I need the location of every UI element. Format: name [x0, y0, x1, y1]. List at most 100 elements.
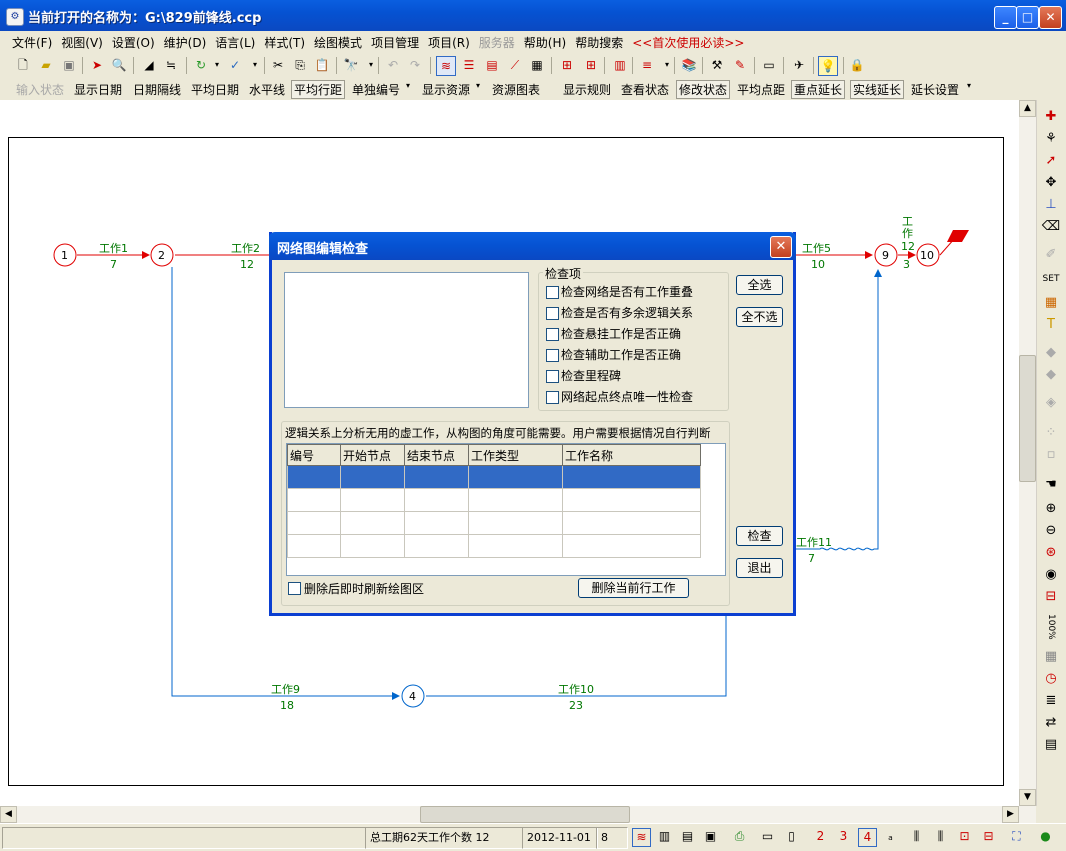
col-number[interactable]: 编号: [287, 444, 341, 466]
status-insert-icon[interactable]: ⊡: [956, 828, 973, 845]
books-icon[interactable]: 📚: [680, 56, 698, 74]
layer-down-icon[interactable]: ◆: [1041, 366, 1061, 384]
col-end-node[interactable]: 结束节点: [404, 444, 469, 466]
zoom-target-icon[interactable]: ⊛: [1041, 544, 1061, 562]
check-auxiliary-label[interactable]: 检查辅助工作是否正确: [561, 346, 681, 363]
scroll-up-icon[interactable]: ▲: [1019, 100, 1036, 117]
status-two-icon[interactable]: 2: [812, 828, 829, 845]
table-row-selected[interactable]: [287, 465, 701, 489]
status-page-portrait-icon[interactable]: ▯: [783, 828, 800, 845]
save-icon[interactable]: ▣: [60, 56, 78, 74]
dialog-close-button[interactable]: ✕: [770, 236, 792, 258]
check-icon[interactable]: ✓: [226, 56, 244, 74]
menu-server[interactable]: 服务器: [479, 34, 515, 51]
select-pointer-icon[interactable]: ➚: [1041, 152, 1061, 170]
resource-chart-icon[interactable]: ▥: [611, 56, 629, 74]
refresh-after-delete-label[interactable]: 删除后即时刷新绘图区: [304, 580, 424, 597]
select-none-button[interactable]: 全不选: [736, 307, 783, 327]
lock-icon[interactable]: 🔒: [848, 56, 866, 74]
select-all-button[interactable]: 全选: [736, 275, 783, 295]
mode-view-state[interactable]: 查看状态: [619, 81, 671, 98]
table-row[interactable]: [287, 488, 701, 512]
clock-icon[interactable]: ◷: [1041, 670, 1061, 688]
eraser-icon[interactable]: ⌫: [1041, 218, 1061, 236]
status-align-icon[interactable]: ⫼: [932, 828, 949, 845]
exit-button[interactable]: 退出: [736, 558, 783, 578]
text-icon[interactable]: T: [1041, 316, 1061, 334]
col-work-type[interactable]: 工作类型: [468, 444, 563, 466]
check-unique-label[interactable]: 网络起点终点唯一性检查: [561, 388, 693, 405]
chart-icon[interactable]: ▦: [1041, 294, 1061, 312]
minimize-button[interactable]: _: [994, 6, 1017, 29]
menu-maintain[interactable]: 维护(D): [164, 34, 207, 51]
menu-draw-mode[interactable]: 绘图模式: [314, 34, 362, 51]
show-resource-dropdown-icon[interactable]: ▾: [474, 81, 482, 90]
status-network-icon[interactable]: ≋: [632, 828, 651, 847]
status-report-icon[interactable]: ▣: [702, 828, 719, 845]
cut-icon[interactable]: ✂: [269, 56, 287, 74]
mode-show-rules[interactable]: 显示规则: [561, 81, 613, 98]
mode-avg-row-spacing[interactable]: 平均行距: [291, 80, 346, 99]
layer-up-icon[interactable]: ◆: [1041, 344, 1061, 362]
curve-icon[interactable]: ⟋: [506, 56, 524, 74]
menu-view[interactable]: 视图(V): [61, 34, 103, 51]
menu-help-search[interactable]: 帮助搜索: [575, 34, 623, 51]
open-folder-icon[interactable]: ▰: [37, 56, 55, 74]
check-button[interactable]: 检查: [736, 526, 783, 546]
paste-icon[interactable]: 📋: [313, 56, 331, 74]
set-icon[interactable]: SET: [1041, 270, 1061, 288]
check-auxiliary-checkbox[interactable]: [546, 349, 559, 362]
mode-date-line[interactable]: 日期隔线: [131, 81, 183, 98]
plane-icon[interactable]: ✈: [790, 56, 808, 74]
mode-avg-date[interactable]: 平均日期: [189, 81, 241, 98]
hand-icon[interactable]: ☚: [1041, 476, 1061, 494]
edit-icon[interactable]: ✎: [731, 56, 749, 74]
check-overlap-checkbox[interactable]: [546, 286, 559, 299]
menu-settings[interactable]: 设置(O): [112, 34, 155, 51]
refresh-dropdown-icon[interactable]: ▾: [208, 56, 226, 74]
table-row[interactable]: [287, 534, 701, 558]
status-remove-icon[interactable]: ⊟: [980, 828, 997, 845]
status-page-icon[interactable]: ▭: [759, 828, 776, 845]
new-file-icon[interactable]: 🗋: [14, 56, 32, 74]
move-icon[interactable]: ✥: [1041, 174, 1061, 192]
copy-icon[interactable]: ⎘: [291, 56, 309, 74]
status-columns-icon[interactable]: ▥: [656, 828, 673, 845]
table-view-icon[interactable]: ▤: [483, 56, 501, 74]
status-split-icon[interactable]: ⫼: [908, 828, 925, 845]
check-results-list[interactable]: [284, 272, 529, 408]
status-three-icon[interactable]: 3: [835, 828, 852, 845]
mode-input-state[interactable]: 输入状态: [14, 81, 66, 98]
layout-icon[interactable]: ▤: [1041, 736, 1061, 754]
monitor-icon[interactable]: ▭: [760, 56, 778, 74]
menu-first-use[interactable]: <<首次使用必读>>: [632, 34, 744, 51]
grid-icon-1[interactable]: ⊞: [558, 56, 576, 74]
grid-icon-2[interactable]: ⊞: [582, 56, 600, 74]
horizontal-scroll-thumb[interactable]: [420, 806, 630, 823]
zoom-percent-label[interactable]: 100%: [1041, 612, 1061, 642]
menu-language[interactable]: 语言(L): [215, 34, 255, 51]
check-redundant-label[interactable]: 检查是否有多余逻辑关系: [561, 304, 693, 321]
mode-show-date[interactable]: 显示日期: [72, 81, 124, 98]
status-four-icon[interactable]: 4: [858, 828, 877, 847]
status-table-icon[interactable]: ▤: [679, 828, 696, 845]
single-number-dropdown-icon[interactable]: ▾: [404, 81, 412, 90]
gantt-view-icon[interactable]: ☰: [460, 56, 478, 74]
menu-project[interactable]: 项目(R): [428, 34, 470, 51]
check-hanging-checkbox[interactable]: [546, 328, 559, 341]
add-node-icon[interactable]: ✚: [1041, 108, 1061, 126]
tag-icon[interactable]: ◈: [1041, 394, 1061, 412]
list-icon[interactable]: ≣: [1041, 692, 1061, 710]
undo-icon[interactable]: ↶: [384, 56, 402, 74]
maximize-button[interactable]: □: [1016, 6, 1039, 29]
menu-file[interactable]: 文件(F): [12, 34, 52, 51]
scroll-down-icon[interactable]: ▼: [1019, 789, 1036, 806]
export-icon[interactable]: ➤: [88, 56, 106, 74]
extend-settings-dropdown-icon[interactable]: ▾: [965, 81, 973, 90]
check-hanging-label[interactable]: 检查悬挂工作是否正确: [561, 325, 681, 342]
tools-icon[interactable]: ⚒: [708, 56, 726, 74]
triangle-icon[interactable]: ◢: [140, 56, 158, 74]
fit-icon[interactable]: ⊟: [1041, 588, 1061, 606]
menu-project-manage[interactable]: 项目管理: [371, 34, 419, 51]
mode-single-number[interactable]: 单独编号: [350, 81, 402, 98]
